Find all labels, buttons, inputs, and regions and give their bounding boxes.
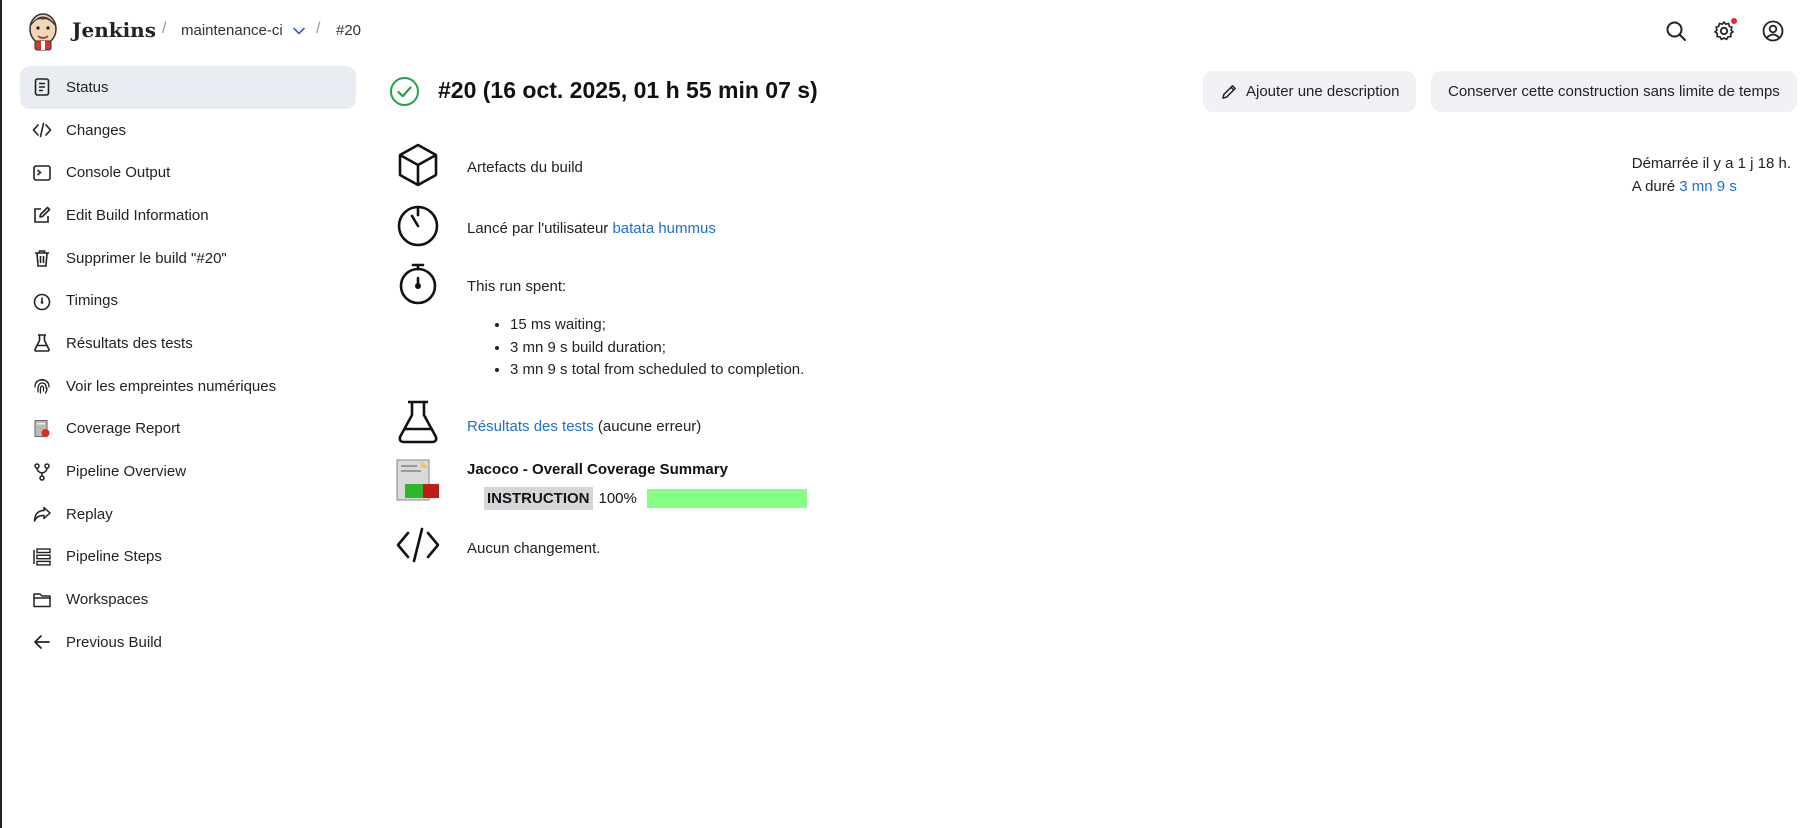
- launched-by-line: Lancé par l'utilisateur batata hummus: [467, 220, 716, 237]
- list-item: 3 mn 9 s build duration;: [510, 337, 804, 360]
- arrow-left-icon: [32, 632, 52, 652]
- user-link[interactable]: batata hummus: [612, 220, 715, 237]
- code-icon: [32, 120, 52, 140]
- sidebar-item-changes[interactable]: Changes: [20, 109, 356, 152]
- duration-link[interactable]: 3 mn 9 s: [1679, 178, 1737, 195]
- sidebar-item-label: Voir les empreintes numériques: [66, 377, 277, 395]
- list-item: 3 mn 9 s total from scheduled to complet…: [510, 359, 804, 382]
- launched-prefix: Lancé par l'utilisateur: [467, 220, 609, 237]
- build-meta: Démarrée il y a 1 j 18 h. A duré 3 mn 9 …: [1632, 152, 1791, 198]
- timer-icon: [395, 202, 441, 248]
- coverage-bar-fill: [646, 488, 807, 508]
- code-icon: [395, 522, 441, 568]
- sidebar-item-label: Pipeline Overview: [66, 463, 187, 481]
- stopwatch-icon: [395, 261, 441, 307]
- sidebar-item-console-output[interactable]: Console Output: [20, 151, 356, 194]
- chevron-down-icon[interactable]: [292, 24, 306, 38]
- flask-icon: [395, 399, 441, 445]
- duration-line: A duré 3 mn 9 s: [1632, 175, 1791, 198]
- spent-title: This run spent:: [467, 278, 567, 295]
- test-results-suffix: (aucune erreur): [593, 418, 702, 435]
- sidebar-item-label: Status: [66, 78, 109, 96]
- flask-icon: [32, 333, 52, 353]
- page-title: #20 (16 oct. 2025, 01 h 55 min 07 s): [438, 77, 818, 103]
- brand-name[interactable]: Jenkins: [72, 18, 156, 42]
- list-steps-icon: [32, 547, 52, 567]
- test-results-link[interactable]: Résultats des tests: [467, 418, 594, 435]
- top-header: Jenkins / maintenance-ci / #20: [2, 0, 1819, 62]
- search-icon[interactable]: [1664, 19, 1688, 43]
- sidebar-item-pipeline-steps[interactable]: Pipeline Steps: [20, 536, 356, 579]
- artifacts-link[interactable]: Artefacts du build: [467, 159, 583, 176]
- sidebar-item-label: Changes: [66, 121, 127, 139]
- coverage-percent: 100%: [598, 489, 637, 507]
- user-account-icon[interactable]: [1761, 19, 1785, 43]
- fingerprint-icon: [32, 376, 52, 396]
- sidebar-item-coverage-report[interactable]: Coverage Report: [20, 408, 356, 451]
- add-description-button[interactable]: Ajouter une description: [1203, 71, 1417, 112]
- success-check-icon: [390, 77, 419, 106]
- breadcrumb-separator: /: [316, 20, 321, 37]
- edit-icon: [32, 205, 52, 225]
- sidebar-item-label: Résultats des tests: [66, 334, 193, 352]
- sidebar-item-label: Replay: [66, 505, 113, 523]
- replay-arrow-icon: [32, 504, 52, 524]
- terminal-icon: [32, 163, 52, 183]
- sidebar-item-label: Console Output: [66, 164, 171, 182]
- sidebar-item-label: Edit Build Information: [66, 206, 209, 224]
- breadcrumb-build[interactable]: #20: [336, 22, 361, 39]
- test-results-line: Résultats des tests (aucune erreur): [467, 418, 701, 435]
- sidebar-item-label: Coverage Report: [66, 420, 181, 438]
- sidebar-item-label: Workspaces: [66, 591, 149, 609]
- sidebar-item-pipeline-overview[interactable]: Pipeline Overview: [20, 450, 356, 493]
- started-text: Démarrée il y a 1 j 18 h.: [1631, 155, 1791, 172]
- duration-prefix: A duré: [1631, 178, 1676, 195]
- package-box-icon: [395, 142, 441, 188]
- sidebar-item-workspaces[interactable]: Workspaces: [20, 578, 356, 621]
- sidebar-item-label: Pipeline Steps: [66, 548, 162, 566]
- sidebar-item-label: Timings: [66, 292, 118, 310]
- list-item: 15 ms waiting;: [510, 314, 804, 337]
- sidebar-item-edit-build[interactable]: Edit Build Information: [20, 194, 356, 237]
- coverage-row: INSTRUCTION 100%: [484, 485, 807, 511]
- breadcrumb-separator: /: [162, 20, 167, 37]
- sidebar-item-previous-build[interactable]: Previous Build: [20, 621, 356, 664]
- coverage-bar: [646, 488, 807, 508]
- pipeline-branch-icon: [32, 462, 52, 482]
- no-changes-text: Aucun changement.: [467, 540, 601, 557]
- coverage-report-icon: [395, 458, 441, 504]
- keep-forever-label: Conserver cette construction sans limite…: [1448, 83, 1780, 100]
- pencil-icon: [1222, 84, 1236, 99]
- sidebar-item-timings[interactable]: Timings: [20, 279, 356, 322]
- gear-icon[interactable]: [1712, 18, 1737, 43]
- sidebar-item-label: Supprimer le build "#20": [66, 249, 227, 267]
- jenkins-logo-icon[interactable]: [26, 11, 60, 51]
- stopwatch-icon: [32, 291, 52, 311]
- sidebar-item-label: Previous Build: [66, 633, 162, 651]
- sidebar: Status Changes Console Output Edit Build…: [20, 66, 356, 664]
- coverage-label: INSTRUCTION: [484, 486, 593, 510]
- keep-forever-button[interactable]: Conserver cette construction sans limite…: [1431, 71, 1797, 112]
- folder-icon: [32, 590, 52, 610]
- spent-list: 15 ms waiting; 3 mn 9 s build duration; …: [492, 314, 804, 382]
- status-document-icon: [32, 77, 52, 97]
- coverage-report-icon: [32, 419, 52, 439]
- sidebar-item-test-results[interactable]: Résultats des tests: [20, 322, 356, 365]
- breadcrumb-job[interactable]: maintenance-ci: [181, 22, 283, 39]
- sidebar-item-replay[interactable]: Replay: [20, 493, 356, 536]
- sidebar-item-delete-build[interactable]: Supprimer le build "#20": [20, 237, 356, 280]
- trash-icon: [32, 248, 52, 268]
- notification-dot: [1731, 18, 1737, 24]
- jacoco-title: Jacoco - Overall Coverage Summary: [467, 461, 728, 478]
- sidebar-item-status[interactable]: Status: [20, 66, 356, 109]
- add-description-label: Ajouter une description: [1246, 83, 1400, 100]
- sidebar-item-fingerprints[interactable]: Voir les empreintes numériques: [20, 365, 356, 408]
